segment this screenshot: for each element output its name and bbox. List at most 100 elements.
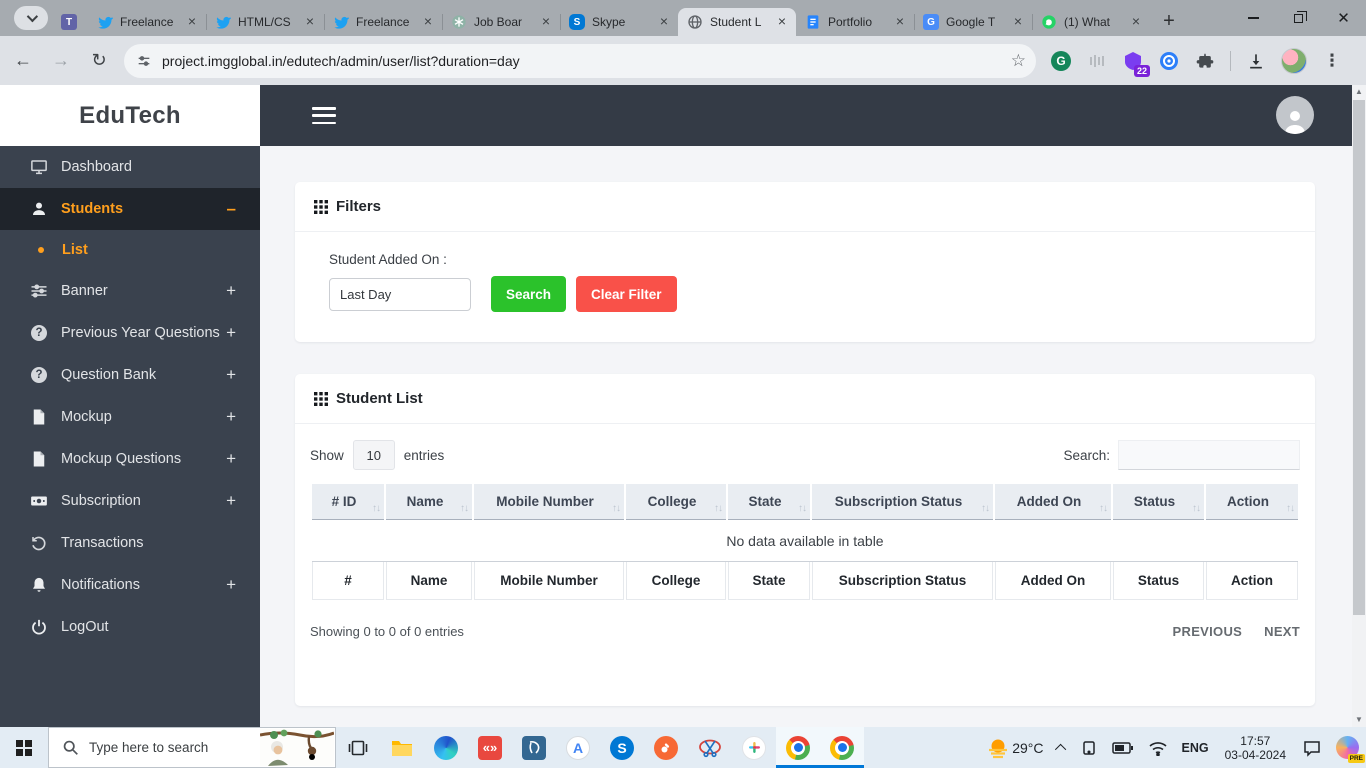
tab-freelance-1[interactable]: Freelance × bbox=[88, 8, 206, 36]
task-view-button[interactable] bbox=[336, 727, 380, 768]
tab-close-icon[interactable]: × bbox=[538, 14, 554, 30]
skype-button[interactable]: S bbox=[600, 727, 644, 768]
profile-avatar[interactable] bbox=[1281, 47, 1307, 74]
forward-button[interactable]: → bbox=[46, 46, 76, 76]
sidebar-item-previous-year-questions[interactable]: ? Previous Year Questions + bbox=[0, 312, 260, 354]
scroll-down-icon[interactable]: ▼ bbox=[1352, 713, 1366, 727]
expand-icon[interactable]: + bbox=[226, 323, 236, 343]
wifi-tray-button[interactable] bbox=[1141, 727, 1175, 768]
reload-button[interactable]: ↻ bbox=[84, 46, 114, 76]
postman-button[interactable] bbox=[644, 727, 688, 768]
tab-job-board[interactable]: Job Boar × bbox=[442, 8, 560, 36]
sidebar-item-mockup-questions[interactable]: Mockup Questions + bbox=[0, 438, 260, 480]
file-explorer-button[interactable] bbox=[380, 727, 424, 768]
extensions-puzzle-icon[interactable] bbox=[1194, 50, 1216, 72]
expand-icon[interactable]: + bbox=[226, 407, 236, 427]
language-indicator[interactable]: ENG bbox=[1175, 727, 1216, 768]
hamburger-menu-icon[interactable] bbox=[312, 107, 336, 124]
modeling-app-button[interactable]: A bbox=[556, 727, 600, 768]
column-header-status[interactable]: Status bbox=[1113, 484, 1204, 520]
sidebar-item-dashboard[interactable]: Dashboard bbox=[0, 146, 260, 188]
tab-close-icon[interactable]: × bbox=[184, 14, 200, 30]
tab-search-button[interactable] bbox=[14, 6, 48, 30]
chrome-window-1-button[interactable] bbox=[776, 727, 820, 768]
blue-extension-icon[interactable] bbox=[1158, 50, 1180, 72]
search-button[interactable]: Search bbox=[491, 276, 567, 312]
sidebar-item-mockup[interactable]: Mockup + bbox=[0, 396, 260, 438]
tab-skype[interactable]: S Skype × bbox=[560, 8, 678, 36]
column-header-state[interactable]: State bbox=[728, 484, 810, 520]
tab-close-icon[interactable]: × bbox=[1128, 14, 1144, 30]
new-tab-button[interactable]: + bbox=[1155, 8, 1183, 36]
tab-student-list-active[interactable]: Student L × bbox=[678, 8, 796, 36]
tab-close-icon[interactable]: × bbox=[1010, 14, 1026, 30]
expand-icon[interactable]: + bbox=[226, 281, 236, 301]
downloads-icon[interactable] bbox=[1245, 50, 1267, 72]
column-header-name[interactable]: Name bbox=[386, 484, 472, 520]
tab-close-icon[interactable]: × bbox=[892, 14, 908, 30]
previous-page-button[interactable]: PREVIOUS bbox=[1173, 624, 1243, 639]
column-header-subscription[interactable]: Subscription Status bbox=[812, 484, 993, 520]
tab-close-icon[interactable]: × bbox=[302, 14, 318, 30]
tab-portfolio[interactable]: Portfolio × bbox=[796, 8, 914, 36]
back-button[interactable]: ← bbox=[8, 46, 38, 76]
bookmark-star-icon[interactable]: ☆ bbox=[1011, 51, 1026, 71]
table-search-input[interactable] bbox=[1118, 440, 1300, 470]
tab-close-icon[interactable]: × bbox=[774, 14, 790, 30]
sidebar-item-banner[interactable]: Banner + bbox=[0, 270, 260, 312]
sidebar-item-transactions[interactable]: Transactions bbox=[0, 522, 260, 564]
snipping-tool-button[interactable] bbox=[688, 727, 732, 768]
scrollbar-thumb[interactable] bbox=[1353, 100, 1365, 615]
chrome-window-2-button[interactable] bbox=[820, 727, 864, 768]
pinned-tab-teams[interactable]: T bbox=[54, 8, 84, 36]
clock-widget[interactable]: 17:57 03-04-2024 bbox=[1216, 734, 1295, 762]
collapse-icon[interactable]: – bbox=[227, 199, 236, 219]
slack-button[interactable] bbox=[732, 727, 776, 768]
wayback-icon[interactable] bbox=[1086, 50, 1108, 72]
tab-google-translate[interactable]: G Google T × bbox=[914, 8, 1032, 36]
sidebar-item-notifications[interactable]: Notifications + bbox=[0, 564, 260, 606]
scroll-up-icon[interactable]: ▲ bbox=[1352, 85, 1366, 99]
page-scrollbar[interactable]: ▲ ▼ bbox=[1352, 85, 1366, 727]
tab-close-icon[interactable]: × bbox=[656, 14, 672, 30]
clear-filter-button[interactable]: Clear Filter bbox=[576, 276, 677, 312]
user-avatar[interactable] bbox=[1276, 96, 1314, 134]
shield-extension-icon[interactable]: 22 bbox=[1122, 50, 1150, 77]
next-page-button[interactable]: NEXT bbox=[1264, 624, 1300, 639]
sidebar-item-subscription[interactable]: Subscription + bbox=[0, 480, 260, 522]
sidebar-item-students[interactable]: Students – bbox=[0, 188, 260, 230]
grammarly-icon[interactable]: G bbox=[1050, 50, 1072, 72]
duration-select[interactable]: Last Day bbox=[329, 277, 471, 311]
tab-whatsapp[interactable]: (1) What × bbox=[1032, 8, 1150, 36]
sidebar-subitem-list[interactable]: List bbox=[0, 230, 260, 270]
column-header-id[interactable]: # ID bbox=[312, 484, 384, 520]
sidebar-item-logout[interactable]: LogOut bbox=[0, 606, 260, 648]
column-header-added-on[interactable]: Added On bbox=[995, 484, 1111, 520]
page-size-select[interactable]: 10 bbox=[352, 440, 395, 470]
edge-button[interactable] bbox=[424, 727, 468, 768]
battery-tray-button[interactable] bbox=[1105, 727, 1141, 768]
minimize-button[interactable] bbox=[1231, 0, 1276, 36]
column-header-action[interactable]: Action bbox=[1206, 484, 1298, 520]
sidebar-item-question-bank[interactable]: ? Question Bank + bbox=[0, 354, 260, 396]
postgresql-button[interactable] bbox=[512, 727, 556, 768]
tray-expand-button[interactable] bbox=[1051, 727, 1073, 768]
copilot-button[interactable]: PRE bbox=[1329, 727, 1366, 768]
taskbar-search-box[interactable]: Type here to search bbox=[48, 727, 336, 768]
device-tray-button[interactable] bbox=[1073, 727, 1105, 768]
restore-button[interactable] bbox=[1276, 0, 1321, 36]
notification-center-button[interactable] bbox=[1295, 727, 1329, 768]
column-header-college[interactable]: College bbox=[626, 484, 726, 520]
expand-icon[interactable]: + bbox=[226, 491, 236, 511]
red-code-app-button[interactable]: «» bbox=[468, 727, 512, 768]
browser-menu-icon[interactable]: ⋮ bbox=[1321, 50, 1343, 72]
tab-freelance-2[interactable]: Freelance × bbox=[324, 8, 442, 36]
tab-html-css[interactable]: HTML/CS × bbox=[206, 8, 324, 36]
address-bar[interactable]: project.imgglobal.in/edutech/admin/user/… bbox=[124, 43, 1036, 78]
column-header-mobile[interactable]: Mobile Number bbox=[474, 484, 624, 520]
start-button[interactable] bbox=[0, 727, 48, 768]
weather-widget[interactable]: 29°C bbox=[979, 727, 1050, 768]
expand-icon[interactable]: + bbox=[226, 449, 236, 469]
close-button[interactable]: ✕ bbox=[1321, 0, 1366, 36]
expand-icon[interactable]: + bbox=[226, 365, 236, 385]
